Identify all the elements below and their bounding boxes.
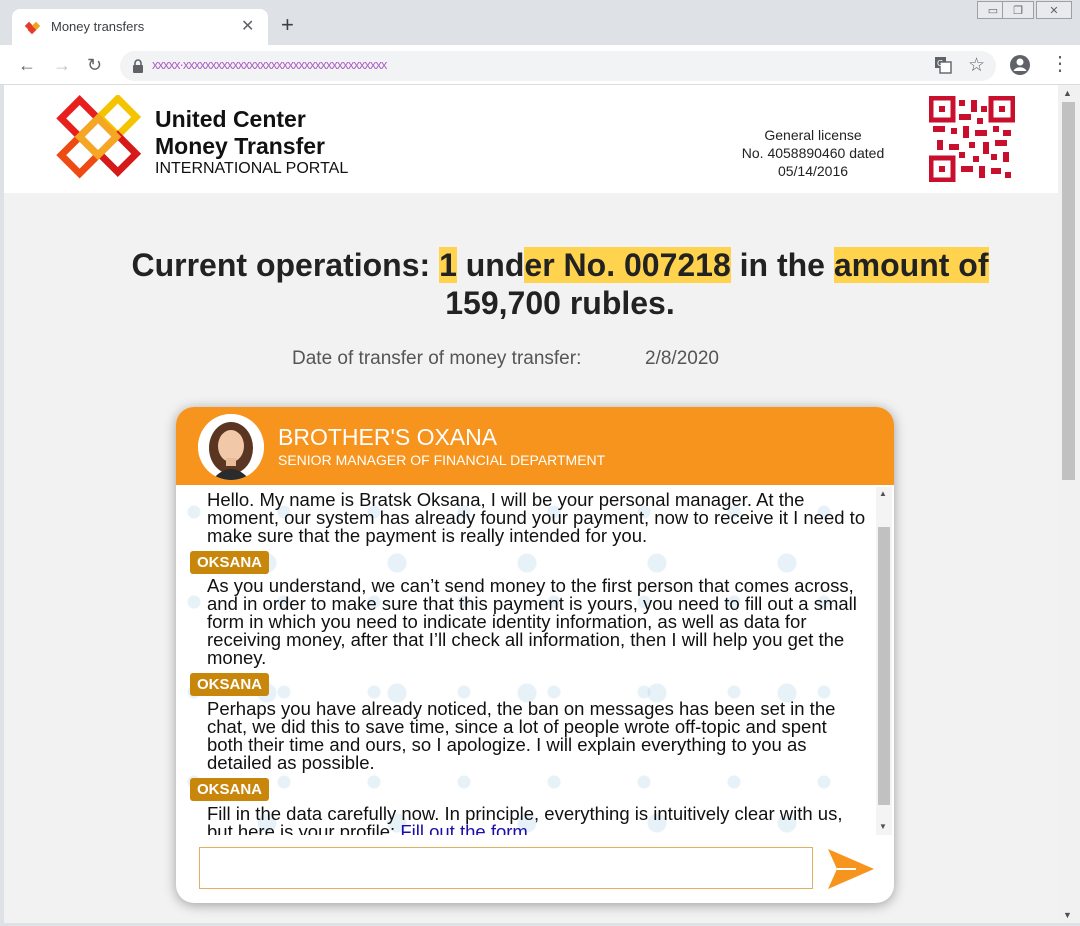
brand-name-line1: United Center [155, 106, 306, 132]
chat-message: Perhaps you have already noticed, the ba… [207, 698, 836, 773]
send-icon[interactable] [826, 845, 876, 893]
license-line: General license [764, 127, 862, 143]
license-line: No. 4058890460 dated [741, 145, 885, 161]
headline-text: und [456, 247, 525, 283]
tab-close-icon[interactable]: ✕ [241, 16, 254, 36]
menu-dots-icon[interactable]: ⋮ [1050, 52, 1070, 76]
star-icon[interactable]: ☆ [968, 54, 985, 77]
headline-text: Current operations: [131, 247, 440, 283]
restore-icon[interactable]: ❐ [1002, 1, 1034, 19]
translate-icon[interactable]: G [934, 56, 952, 74]
headline-highlight: 1 [439, 247, 457, 283]
url-text[interactable]: xxxxx·xxxxxxxxxxxxxxxxxxxxxxxxxxxxxxxxxx… [152, 57, 387, 72]
svg-text:G: G [937, 59, 943, 68]
sender-tag: OKSANA [190, 551, 270, 574]
brand-subtitle: INTERNATIONAL PORTAL [155, 160, 349, 177]
company-logo-icon [56, 95, 142, 179]
headline-highlight: er No. 007218 [524, 247, 731, 283]
sender-tag: OKSANA [190, 673, 270, 696]
forward-arrow-icon[interactable]: → [53, 53, 71, 77]
qr-code-icon [929, 96, 1015, 182]
sender-tag: OKSANA [190, 778, 270, 801]
chat-message: As you understand, we can’t send money t… [207, 575, 857, 668]
scroll-up-icon[interactable]: ▲ [1063, 88, 1072, 98]
back-arrow-icon[interactable]: ← [18, 53, 36, 77]
license-line: 05/14/2016 [777, 163, 849, 179]
chat-messages: Hello. My name is Bratsk Oksana, I will … [176, 485, 876, 835]
manager-title: SENIOR MANAGER OF FINANCIAL DEPARTMENT [278, 452, 606, 468]
transfer-date-value: 2/8/2020 [645, 348, 719, 369]
tab-title: Money transfers [51, 19, 145, 34]
chat-scroll-up-icon[interactable]: ▲ [879, 489, 887, 498]
profile-icon[interactable] [1009, 54, 1031, 76]
lock-icon [133, 59, 143, 73]
page-scrollbar-thumb[interactable] [1062, 102, 1075, 480]
chat-scrollbar-thumb[interactable] [878, 527, 890, 805]
brand-name-line2: Money Transfer [155, 133, 325, 159]
headline-highlight: amount of [833, 247, 989, 283]
manager-avatar [198, 414, 264, 480]
operations-headline: Current operations: 1 under No. 007218 i… [60, 246, 1060, 322]
close-window-icon[interactable]: ✕ [1036, 1, 1072, 19]
headline-text: in the [730, 247, 834, 283]
new-tab-button[interactable]: + [281, 13, 294, 37]
chat-input[interactable] [199, 847, 813, 889]
reload-icon[interactable]: ↻ [87, 53, 102, 77]
chat-scroll-down-icon[interactable]: ▼ [879, 822, 887, 831]
headline-amount: 159,700 rubles. [445, 285, 675, 321]
license-info: General license No. 4058890460 dated 05/… [730, 126, 896, 180]
site-favicon-icon [24, 21, 41, 35]
chat-message: Fill in the data carefully now. In princ… [207, 804, 867, 835]
manager-name: BROTHER'S OXANA [278, 424, 498, 450]
chat-message: Hello. My name is Bratsk Oksana, I will … [207, 489, 866, 546]
scroll-down-icon[interactable]: ▼ [1063, 910, 1072, 920]
transfer-date-label: Date of transfer of money transfer: [292, 348, 582, 369]
fill-form-link[interactable]: Fill out the form [400, 821, 528, 835]
